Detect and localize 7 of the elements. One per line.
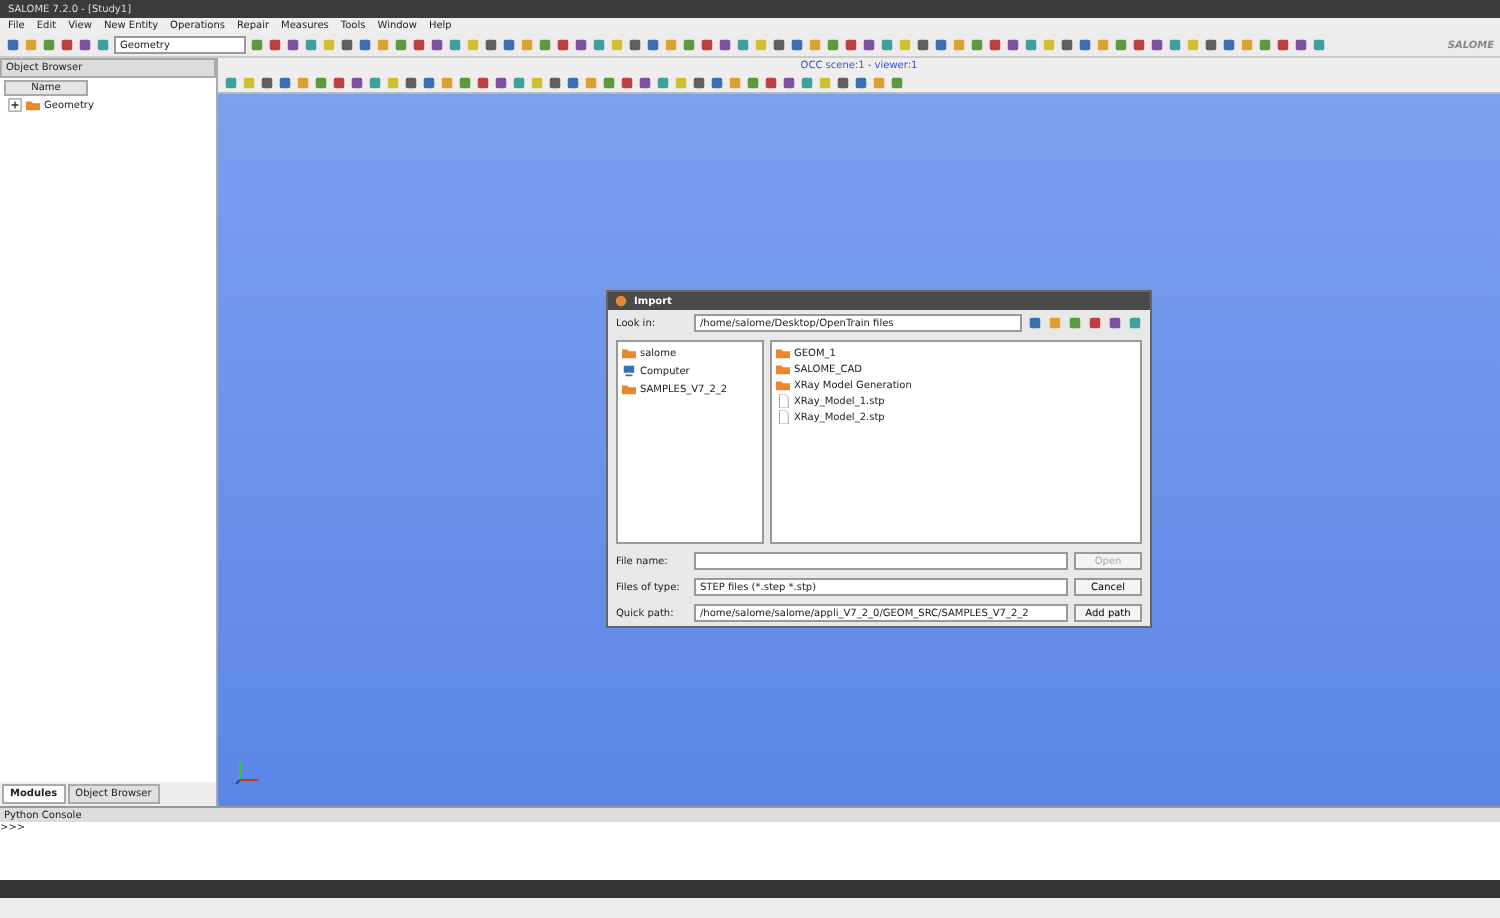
folder-icon <box>622 346 636 360</box>
axes-icon <box>234 758 262 786</box>
folder-icon <box>622 382 636 396</box>
app-icon <box>614 294 628 308</box>
computer-icon <box>622 364 636 378</box>
file-name-field[interactable] <box>694 552 1068 570</box>
expand-toggle-icon[interactable] <box>8 98 22 112</box>
